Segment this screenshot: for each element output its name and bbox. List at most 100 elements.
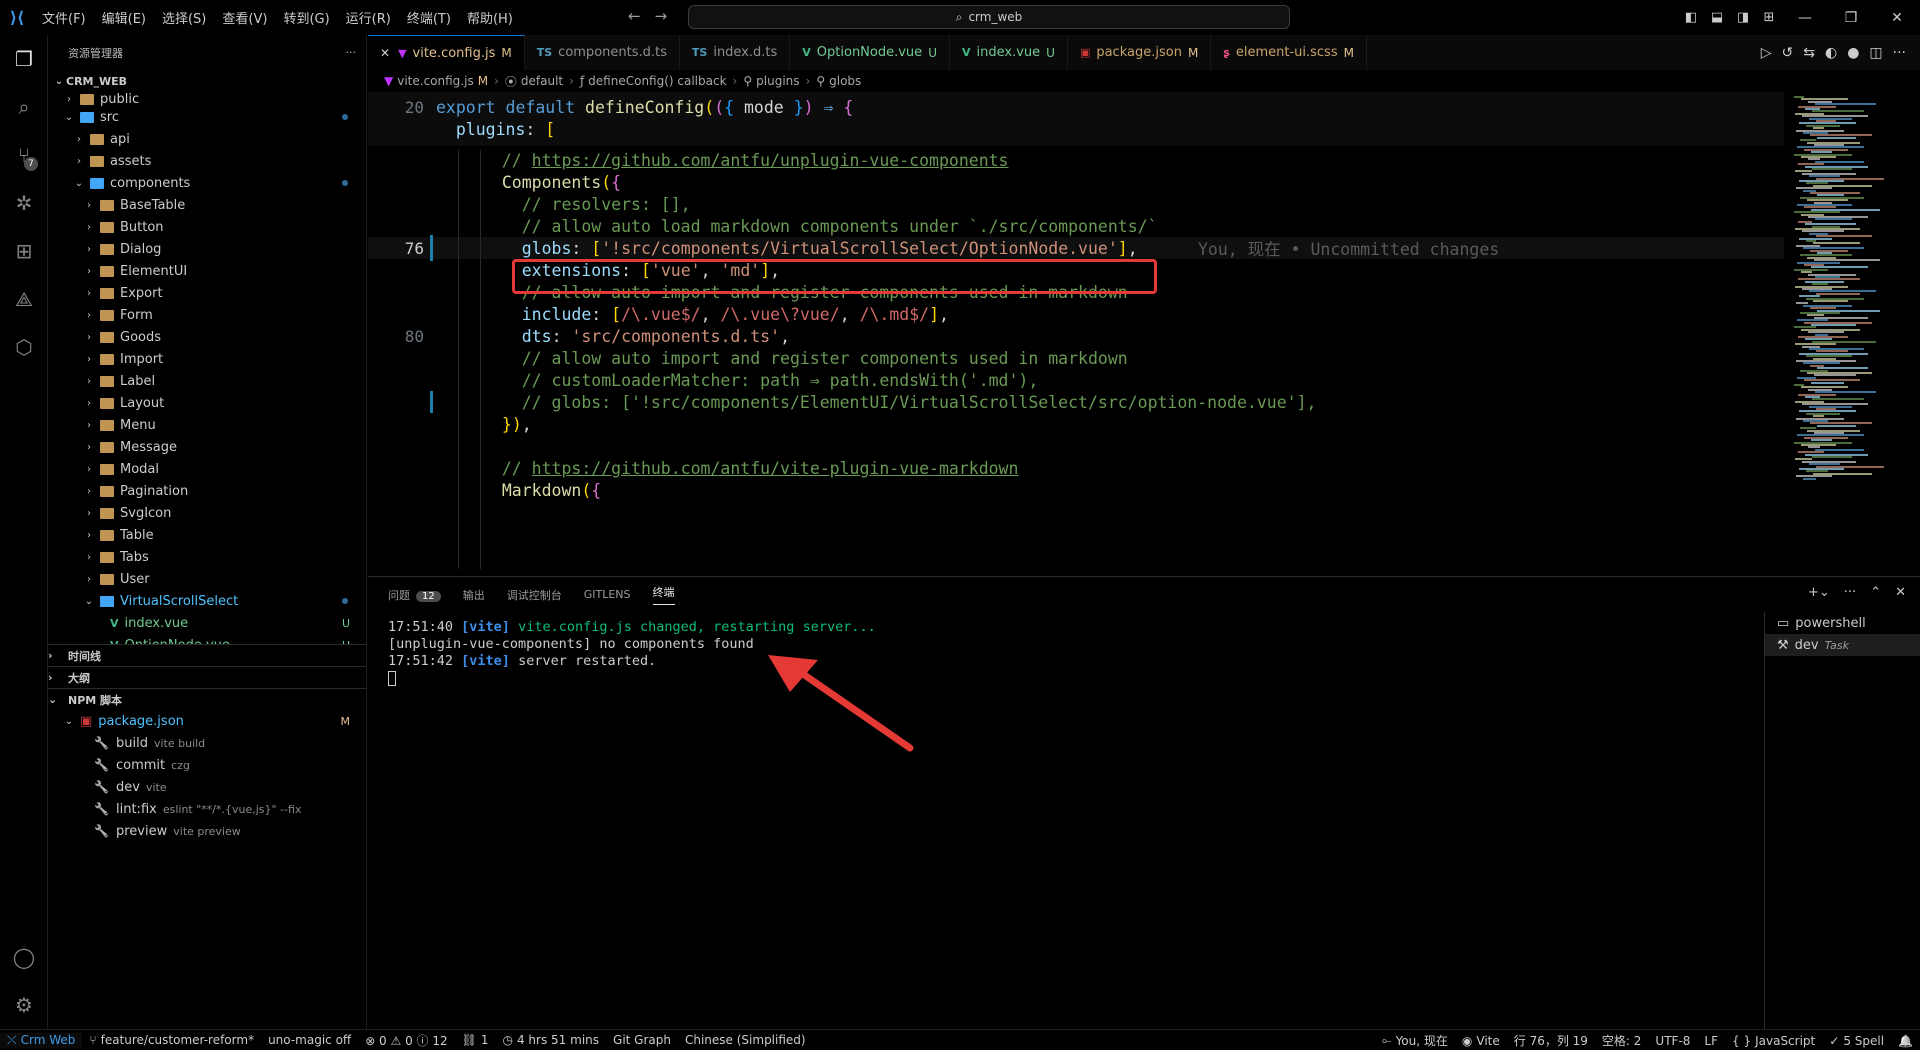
npm-script[interactable]: 🔧 lint:fix eslint "**/*.{vue,js}" --fix — [48, 798, 366, 820]
breadcrumb-item[interactable]: globs — [829, 74, 861, 88]
minimap[interactable] — [1786, 92, 1910, 576]
panel-tab[interactable]: 输出 — [463, 587, 485, 603]
search-view-icon[interactable]: ⌕ — [0, 83, 48, 131]
menu-item[interactable]: 帮助(H) — [459, 8, 521, 27]
panel-tab[interactable]: 问题 12 — [388, 587, 441, 603]
status-lang[interactable]: Chinese (Simplified) — [678, 1033, 813, 1047]
panel-more-icon[interactable]: ··· — [1844, 585, 1856, 600]
status-problems[interactable]: ⊗ 0 ⚠ 0 ⓘ 12 — [358, 1032, 454, 1049]
compare-icon[interactable]: ⇆ — [1803, 45, 1815, 61]
more-editor-actions-icon[interactable]: ··· — [1893, 45, 1906, 61]
status-vite[interactable]: ◉ Vite — [1455, 1034, 1507, 1048]
tree-item[interactable]: › public — [48, 92, 366, 107]
github-icon[interactable]: ● — [1847, 45, 1859, 61]
npm-script[interactable]: 🔧 dev vite — [48, 776, 366, 798]
extensions-icon[interactable]: ⊞ — [0, 227, 48, 275]
tree-item[interactable]: › Export — [48, 282, 366, 304]
run-icon[interactable]: ▷ — [1761, 45, 1772, 61]
close-window-icon[interactable]: ✕ — [1874, 10, 1920, 26]
maximize-panel-icon[interactable]: ⌃ — [1870, 585, 1881, 600]
tree-item[interactable]: › Dialog — [48, 238, 366, 260]
tree-item[interactable]: › Message — [48, 436, 366, 458]
package-icon[interactable]: ⬡ — [0, 323, 48, 371]
tree-item[interactable]: › Pagination — [48, 480, 366, 502]
section-outline[interactable]: › 大纲 — [48, 666, 366, 688]
npm-script[interactable]: 🔧 commit czg — [48, 754, 366, 776]
npm-package-json[interactable]: ⌄ ▣ package.json M — [48, 710, 366, 732]
tree-item[interactable]: ⌄ src — [48, 106, 366, 128]
editor-tab[interactable]: TS index.d.ts — [680, 35, 791, 70]
toggle-sidebar-icon[interactable]: ◧ — [1678, 10, 1704, 25]
breadcrumb-item[interactable]: defineConfig() callback — [588, 74, 726, 88]
tree-item[interactable]: › Layout — [48, 392, 366, 414]
toggle-panel-icon[interactable]: ⬓ — [1704, 10, 1730, 25]
status-time[interactable]: ◷ 4 hrs 51 mins — [496, 1033, 607, 1047]
tree-item[interactable]: › BaseTable — [48, 194, 366, 216]
project-root[interactable]: ⌄ CRM_WEB — [48, 70, 366, 92]
editor-tab[interactable]: ʂ element-ui.scss M — [1211, 35, 1367, 70]
menu-item[interactable]: 终端(T) — [399, 8, 459, 27]
status-ports[interactable]: ⛓ 1 — [455, 1033, 496, 1047]
split-editor-icon[interactable]: ◫ — [1869, 45, 1882, 61]
tree-item[interactable]: › Goods — [48, 326, 366, 348]
notifications-bell-icon[interactable]: 🔔 — [1891, 1034, 1920, 1048]
back-arrow-icon[interactable]: ← — [628, 7, 641, 25]
breadcrumb-item[interactable]: vite.config.js — [397, 74, 473, 88]
status-cursor[interactable]: 行 76，列 19 — [1507, 1032, 1595, 1049]
menu-item[interactable]: 运行(R) — [338, 8, 399, 27]
section-npm-scripts[interactable]: ⌄ NPM 脚本 — [48, 688, 366, 710]
gitlens-icon[interactable]: ⟁ — [0, 275, 48, 323]
restore-icon[interactable]: ❐ — [1828, 10, 1874, 26]
explorer-icon[interactable]: ❐ — [0, 35, 48, 83]
close-panel-icon[interactable]: ✕ — [1895, 585, 1906, 600]
close-tab-icon[interactable]: ✕ — [380, 46, 390, 60]
gitlens-action-icon[interactable]: ◐ — [1825, 45, 1837, 61]
breadcrumb-item[interactable]: default — [521, 74, 563, 88]
panel-tab[interactable]: 调试控制台 — [507, 587, 562, 603]
tree-item[interactable]: › Import — [48, 348, 366, 370]
manage-gear-icon[interactable]: ⚙ — [0, 981, 48, 1029]
tree-item[interactable]: › SvgIcon — [48, 502, 366, 524]
status-branch[interactable]: ⑂ feature/customer-reform* — [82, 1033, 261, 1047]
account-icon[interactable]: ◯ — [0, 933, 48, 981]
status-encoding[interactable]: UTF-8 — [1648, 1034, 1697, 1048]
menu-item[interactable]: 文件(F) — [34, 8, 94, 27]
minimize-icon[interactable]: — — [1782, 10, 1828, 26]
tree-item[interactable]: › assets — [48, 150, 366, 172]
command-center-search[interactable]: ⌕ crm_web — [688, 5, 1290, 29]
tree-item[interactable]: › Button — [48, 216, 366, 238]
status-gitgraph[interactable]: Git Graph — [606, 1033, 678, 1047]
terminal-output[interactable]: 17:51:40 [vite] vite.config.js changed, … — [388, 619, 1708, 687]
section-timeline[interactable]: › 时间线 — [48, 644, 366, 666]
breadcrumb-item[interactable]: plugins — [756, 74, 799, 88]
tree-item[interactable]: › Label — [48, 370, 366, 392]
new-terminal-icon[interactable]: +⌄ — [1808, 585, 1830, 600]
panel-tab[interactable]: GITLENS — [584, 588, 631, 601]
timeline-icon[interactable]: ↺ — [1782, 45, 1794, 61]
toggle-secondary-sidebar-icon[interactable]: ◨ — [1730, 10, 1756, 25]
editor-tab[interactable]: ▣ package.json M — [1068, 35, 1212, 70]
status-unomagic[interactable]: uno-magic off — [261, 1033, 358, 1047]
status-language[interactable]: { } JavaScript — [1725, 1034, 1822, 1048]
editor-tab[interactable]: V OptionNode.vue U — [790, 35, 950, 70]
status-spell[interactable]: ✓ 5 Spell — [1822, 1034, 1891, 1048]
npm-script[interactable]: 🔧 build vite build — [48, 732, 366, 754]
editor-tab[interactable]: Vindex.vue U — [950, 35, 1068, 70]
tree-item[interactable]: ⌄ components — [48, 172, 366, 194]
more-actions-icon[interactable]: ··· — [346, 46, 357, 59]
tree-item[interactable]: › Tabs — [48, 546, 366, 568]
menu-item[interactable]: 编辑(E) — [94, 8, 154, 27]
editor-tab[interactable]: TS components.d.ts — [525, 35, 680, 70]
tree-item[interactable]: ⌄ VirtualScrollSelect — [48, 590, 366, 612]
menu-item[interactable]: 查看(V) — [214, 8, 275, 27]
tree-item[interactable]: Vindex.vue U — [48, 612, 366, 634]
terminal-instance[interactable]: ▭ powershell — [1765, 612, 1920, 634]
tree-item[interactable]: V OptionNode.vue U — [48, 634, 366, 645]
tree-item[interactable]: › User — [48, 568, 366, 590]
status-indent[interactable]: 空格: 2 — [1595, 1032, 1649, 1049]
run-debug-icon[interactable]: ✲ — [0, 179, 48, 227]
editor-tab[interactable]: ✕ ▼ vite.config.js M — [368, 35, 525, 70]
status-eol[interactable]: LF — [1697, 1034, 1725, 1048]
menu-item[interactable]: 选择(S) — [154, 8, 214, 27]
tree-item[interactable]: › api — [48, 128, 366, 150]
